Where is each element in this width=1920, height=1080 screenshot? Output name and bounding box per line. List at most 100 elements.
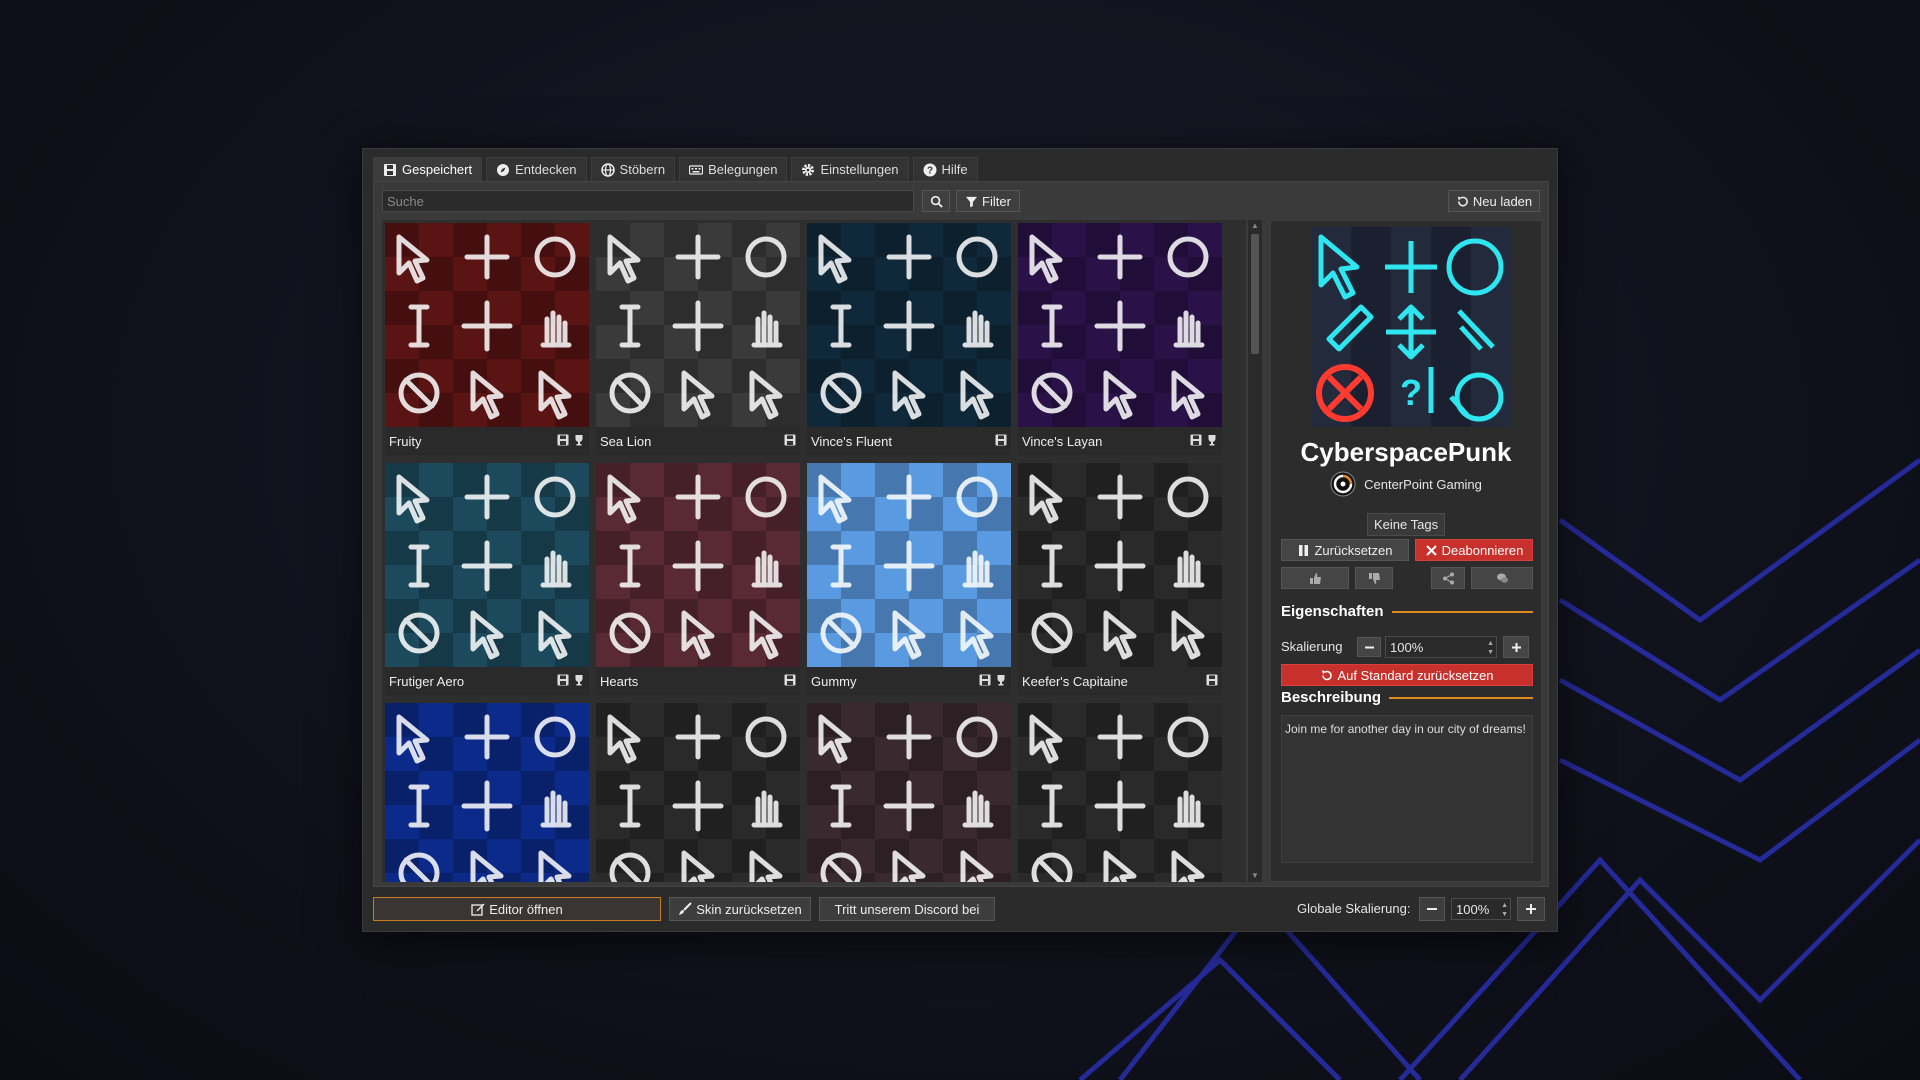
skin-card[interactable] (1018, 703, 1222, 882)
save-icon (784, 674, 796, 686)
cyberpunk-cursor-preview: ? (1311, 227, 1511, 427)
save-icon (784, 434, 796, 446)
skin-thumbnail (596, 223, 800, 427)
tags-badge: Keine Tags (1367, 513, 1446, 536)
cursor-set-preview (1018, 463, 1222, 667)
scaling-decrease-button[interactable] (1357, 637, 1381, 657)
skin-thumbnail (596, 703, 800, 882)
save-icon (979, 674, 991, 686)
like-button[interactable] (1281, 567, 1349, 589)
reset-default-label: Auf Standard zurücksetzen (1337, 667, 1494, 683)
share-button[interactable] (1431, 567, 1465, 589)
cursor-set-preview (807, 463, 1011, 667)
tab-browse[interactable]: Stöbern (590, 157, 676, 181)
skin-card[interactable]: Vince's Fluent (807, 223, 1011, 455)
cursor-set-preview (385, 223, 589, 427)
compass-icon (497, 163, 510, 176)
global-scaling-label: Globale Skalierung: (1297, 901, 1411, 916)
tab-help[interactable]: ? Hilfe (912, 157, 978, 181)
skin-card[interactable]: Frutiger Aero (385, 463, 589, 695)
cursor-set-preview (807, 703, 1011, 882)
skin-card[interactable]: Sea Lion (596, 223, 800, 455)
search-input[interactable] (382, 190, 914, 212)
skin-card[interactable]: Gummy (807, 463, 1011, 695)
open-editor-button[interactable]: Editor öffnen (373, 897, 661, 921)
toolbar: Filter Neu laden (382, 190, 1540, 212)
search-button[interactable] (922, 190, 950, 212)
skin-card[interactable] (385, 703, 589, 882)
reset-label: Zurücksetzen (1314, 542, 1393, 558)
reset-skin-bottom-button[interactable]: Skin zurücksetzen (669, 897, 811, 921)
skin-card[interactable]: Fruity (385, 223, 589, 455)
skin-card[interactable]: Vince's Layan (1018, 223, 1222, 455)
trophy-icon (575, 675, 583, 686)
reset-skin-button[interactable]: Zurücksetzen (1281, 539, 1409, 561)
heading-divider (1389, 696, 1533, 699)
skin-badges (1206, 674, 1218, 686)
cursor-set-preview (385, 463, 589, 667)
skin-card[interactable] (596, 703, 800, 882)
minus-icon (1427, 908, 1437, 910)
reload-icon (1457, 195, 1468, 206)
skin-thumbnail (596, 463, 800, 667)
tab-saved[interactable]: Gespeichert (373, 157, 483, 181)
tab-discover[interactable]: Entdecken (486, 157, 587, 181)
comments-button[interactable] (1471, 567, 1533, 589)
tab-settings[interactable]: Einstellungen (791, 157, 909, 181)
tab-label: Einstellungen (820, 162, 899, 177)
skin-badges (557, 674, 585, 686)
skin-title: CyberspacePunk (1300, 437, 1512, 467)
skin-card[interactable] (807, 703, 1011, 882)
skin-thumbnail (385, 463, 589, 667)
plus-icon (1526, 904, 1536, 914)
discord-button[interactable]: Tritt unserem Discord bei (819, 897, 995, 921)
tab-label: Stöbern (619, 162, 666, 177)
reset-icon (1322, 669, 1333, 680)
heading-divider (1391, 610, 1533, 613)
global-scaling-value: 100% (1456, 901, 1490, 917)
tab-bindings[interactable]: Belegungen (679, 157, 788, 181)
spin-arrows-icon[interactable]: ▲ ▼ (1487, 639, 1494, 657)
cursor-set-preview (1018, 703, 1222, 882)
minus-icon (1364, 646, 1374, 648)
scroll-down-arrow[interactable]: ▼ (1251, 872, 1259, 880)
filter-label: Filter (982, 193, 1011, 209)
close-icon (1425, 544, 1437, 556)
reset-default-button[interactable]: Auf Standard zurücksetzen (1281, 664, 1533, 686)
save-icon (384, 163, 396, 176)
svg-text:?: ? (926, 165, 932, 176)
dislike-button[interactable] (1355, 567, 1393, 589)
unsubscribe-button[interactable]: Deabonnieren (1415, 539, 1533, 561)
bottom-bar: Editor öffnen Skin zurücksetzen Tritt un… (373, 897, 1547, 921)
pause-icon (1299, 544, 1309, 556)
spin-arrows-icon[interactable]: ▲ ▼ (1501, 901, 1508, 919)
grid-scrollbar[interactable]: ▲ ▼ (1248, 220, 1262, 882)
author-name: CenterPoint Gaming (1364, 476, 1482, 492)
filter-button[interactable]: Filter (956, 190, 1020, 212)
global-scaling-decrease-button[interactable] (1419, 897, 1445, 921)
scaling-value: 100% (1390, 639, 1424, 655)
svg-text:?: ? (1400, 372, 1422, 413)
comments-icon (1496, 573, 1508, 583)
save-icon (557, 434, 569, 446)
reload-button[interactable]: Neu laden (1448, 190, 1540, 212)
scaling-spinbox[interactable]: 100% ▲ ▼ (1385, 636, 1497, 658)
save-icon (995, 434, 1007, 446)
save-icon (557, 674, 569, 686)
skin-card[interactable]: Hearts (596, 463, 800, 695)
scroll-up-arrow[interactable]: ▲ (1251, 222, 1259, 230)
skin-badges (784, 674, 796, 686)
skin-card[interactable]: Keefer's Capitaine (1018, 463, 1222, 695)
reload-label: Neu laden (1472, 193, 1533, 209)
scroll-thumb[interactable] (1251, 234, 1259, 354)
skin-badges (1190, 434, 1218, 446)
global-scaling-spinbox[interactable]: 100% ▲ ▼ (1451, 898, 1511, 920)
thumbs-up-icon (1309, 572, 1321, 584)
skin-thumbnail (385, 223, 589, 427)
scaling-increase-button[interactable] (1503, 636, 1529, 658)
global-scaling-increase-button[interactable] (1517, 897, 1545, 921)
author-row[interactable]: CenterPoint Gaming (1271, 471, 1541, 497)
skin-thumbnail (807, 223, 1011, 427)
skin-name: Hearts (596, 667, 800, 695)
tab-label: Hilfe (941, 162, 968, 177)
